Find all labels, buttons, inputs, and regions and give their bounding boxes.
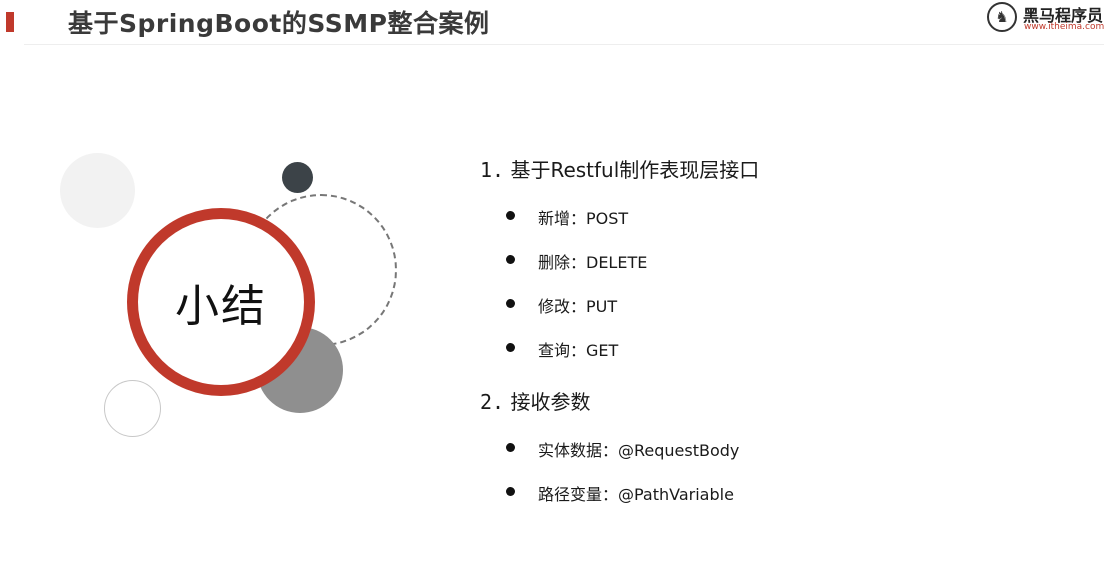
decor-circle-light (60, 153, 135, 228)
slide-title: 基于SpringBoot的SSMP整合案例 (68, 9, 490, 38)
section-heading-2: 2. 接收参数 (480, 386, 590, 415)
bullet-icon (506, 443, 515, 452)
slide-header: 基于SpringBoot的SSMP整合案例 ♞ 黑马程序员 www.itheim… (0, 0, 1115, 44)
title-accent-bar (6, 12, 14, 32)
decor-circle-dark (282, 162, 313, 193)
horse-logo-icon: ♞ (987, 2, 1017, 32)
list-item: 路径变量：@PathVariable (506, 481, 734, 505)
section-title: 基于Restful制作表现层接口 (510, 158, 760, 182)
bullet-icon (506, 211, 515, 220)
list-item: 查询：GET (506, 337, 618, 361)
brand-logo: ♞ 黑马程序员 www.itheima.com (987, 2, 1105, 36)
decor-circle-outline (104, 380, 161, 437)
bullet-icon (506, 299, 515, 308)
list-item: 新增：POST (506, 205, 628, 229)
list-item: 删除：DELETE (506, 249, 647, 273)
summary-label: 小结 (175, 281, 267, 332)
section-title: 接收参数 (510, 390, 591, 414)
bullet-icon (506, 255, 515, 264)
summary-ring: 小结 (127, 208, 315, 396)
section-heading-1: 1. 基于Restful制作表现层接口 (480, 154, 759, 183)
bullet-icon (506, 487, 515, 496)
section-number: 2. (480, 390, 505, 414)
bullet-icon (506, 343, 515, 352)
brand-url: www.itheima.com (1024, 22, 1105, 32)
list-item: 实体数据：@RequestBody (506, 437, 739, 461)
header-divider (24, 44, 1104, 45)
section-number: 1. (480, 158, 505, 182)
list-item: 修改：PUT (506, 293, 617, 317)
